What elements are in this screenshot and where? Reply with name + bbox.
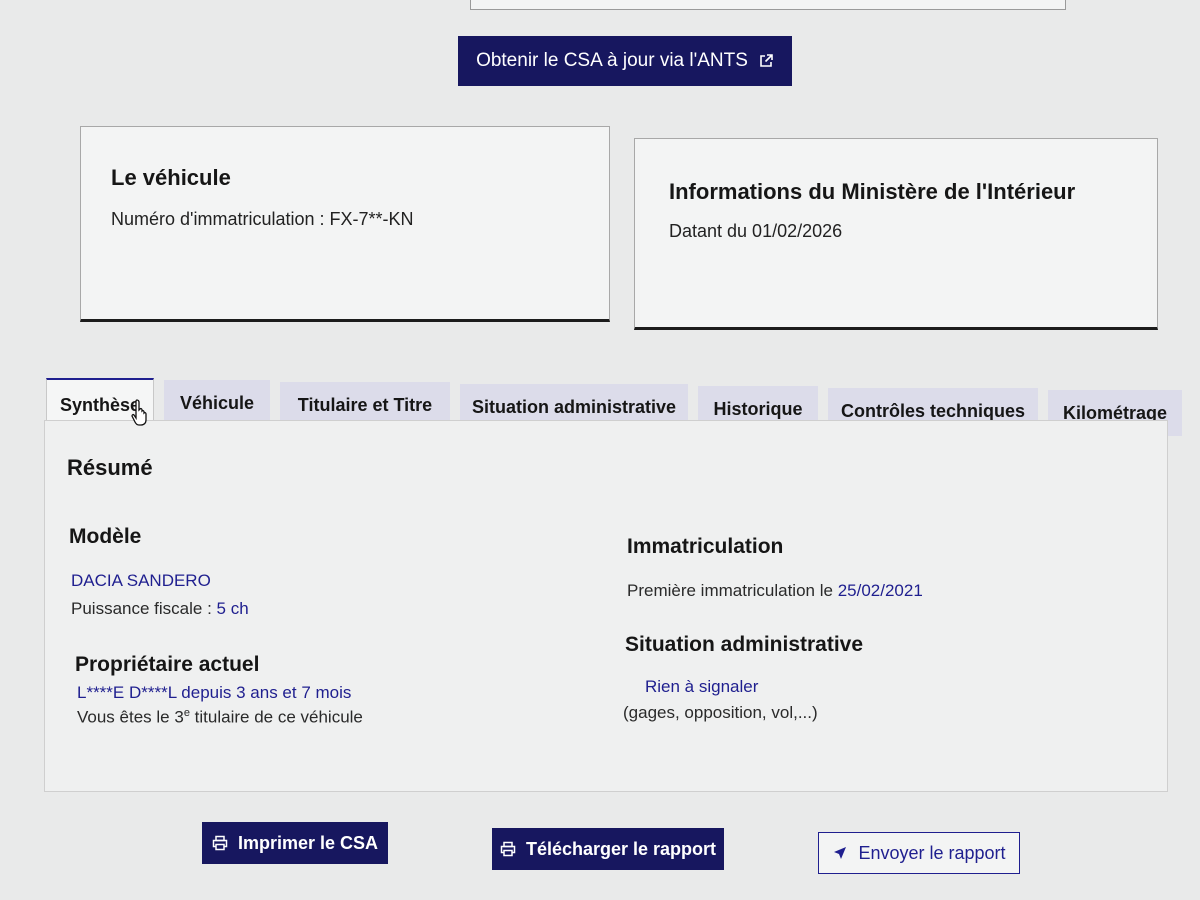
plate-number-text: Numéro d'immatriculation : FX-7**-KN — [111, 209, 414, 229]
send-report-label: Envoyer le rapport — [858, 842, 1006, 863]
tab-label: Véhicule — [179, 392, 255, 413]
fiscal-power-label: Puissance fiscale : — [71, 599, 212, 618]
printer-icon — [212, 835, 228, 851]
owner-heading: Propriétaire actuel — [75, 653, 260, 676]
tab-label: Historique — [713, 398, 803, 419]
print-csa-button[interactable]: Imprimer le CSA — [202, 822, 388, 864]
ants-csa-button[interactable]: Obtenir le CSA à jour via l'ANTS — [458, 36, 792, 86]
hand-cursor-icon — [131, 399, 147, 426]
first-registration-date: 25/02/2021 — [837, 581, 923, 600]
send-report-button[interactable]: Envoyer le rapport — [818, 832, 1020, 874]
fiscal-power-value: 5 ch — [216, 599, 249, 618]
send-icon — [834, 847, 847, 859]
print-csa-label: Imprimer le CSA — [237, 832, 379, 853]
tab-label: Titulaire et Titre — [297, 394, 433, 415]
tab-label: Contrôles techniques — [840, 400, 1026, 421]
model-name: DACIA SANDERO — [71, 571, 211, 590]
admin-detail: (gages, opposition, vol,...) — [623, 703, 818, 722]
ministry-date-text: Datant du 01/02/2026 — [669, 221, 843, 241]
ants-button-label: Obtenir le CSA à jour via l'ANTS — [476, 50, 748, 71]
tab-label: Situation administrative — [471, 396, 677, 417]
ministry-card: Informations du Ministère de l'Intérieur… — [634, 138, 1158, 330]
vehicle-card: Le véhicule Numéro d'immatriculation : F… — [80, 126, 610, 322]
synthese-panel: Résumé Modèle DACIA SANDERO Puissance fi… — [44, 420, 1168, 792]
owner-name: L****E D****L — [77, 683, 177, 702]
external-link-icon — [760, 54, 773, 67]
download-report-label: Télécharger le rapport — [525, 838, 717, 859]
owner-since-value: 3 ans et 7 mois — [236, 683, 352, 702]
download-report-button[interactable]: Télécharger le rapport — [492, 828, 724, 870]
owner-since-label: depuis — [181, 683, 232, 702]
first-registration-row: Première immatriculation le 25/02/2021 — [627, 581, 923, 601]
admin-status: Rien à signaler — [645, 677, 759, 696]
registration-heading: Immatriculation — [627, 535, 784, 558]
resume-title: Résumé — [67, 455, 153, 480]
holder-rank-suffix: titulaire de ce véhicule — [194, 707, 363, 727]
model-heading: Modèle — [69, 525, 142, 548]
page: Obtenir le CSA à jour via l'ANTS Le véhi… — [0, 0, 1200, 900]
admin-heading: Situation administrative — [625, 633, 864, 656]
ministry-card-title: Informations du Ministère de l'Intérieur — [669, 179, 1076, 204]
top-partial-box — [470, 0, 1066, 10]
holder-rank-prefix: Vous êtes le 3 — [77, 707, 184, 727]
vehicle-card-title: Le véhicule — [111, 165, 231, 190]
printer-icon — [500, 841, 516, 857]
owner-row: L****E D****L depuis 3 ans et 7 mois — [77, 683, 351, 703]
fiscal-power-row: Puissance fiscale : 5 ch — [71, 599, 249, 619]
first-registration-label: Première immatriculation le — [627, 581, 833, 600]
tab-label: Synthèse — [59, 394, 141, 415]
holder-rank-row: Vous êtes le 3e titulaire de ce véhicule — [77, 707, 363, 728]
holder-rank-sup: e — [183, 707, 190, 719]
